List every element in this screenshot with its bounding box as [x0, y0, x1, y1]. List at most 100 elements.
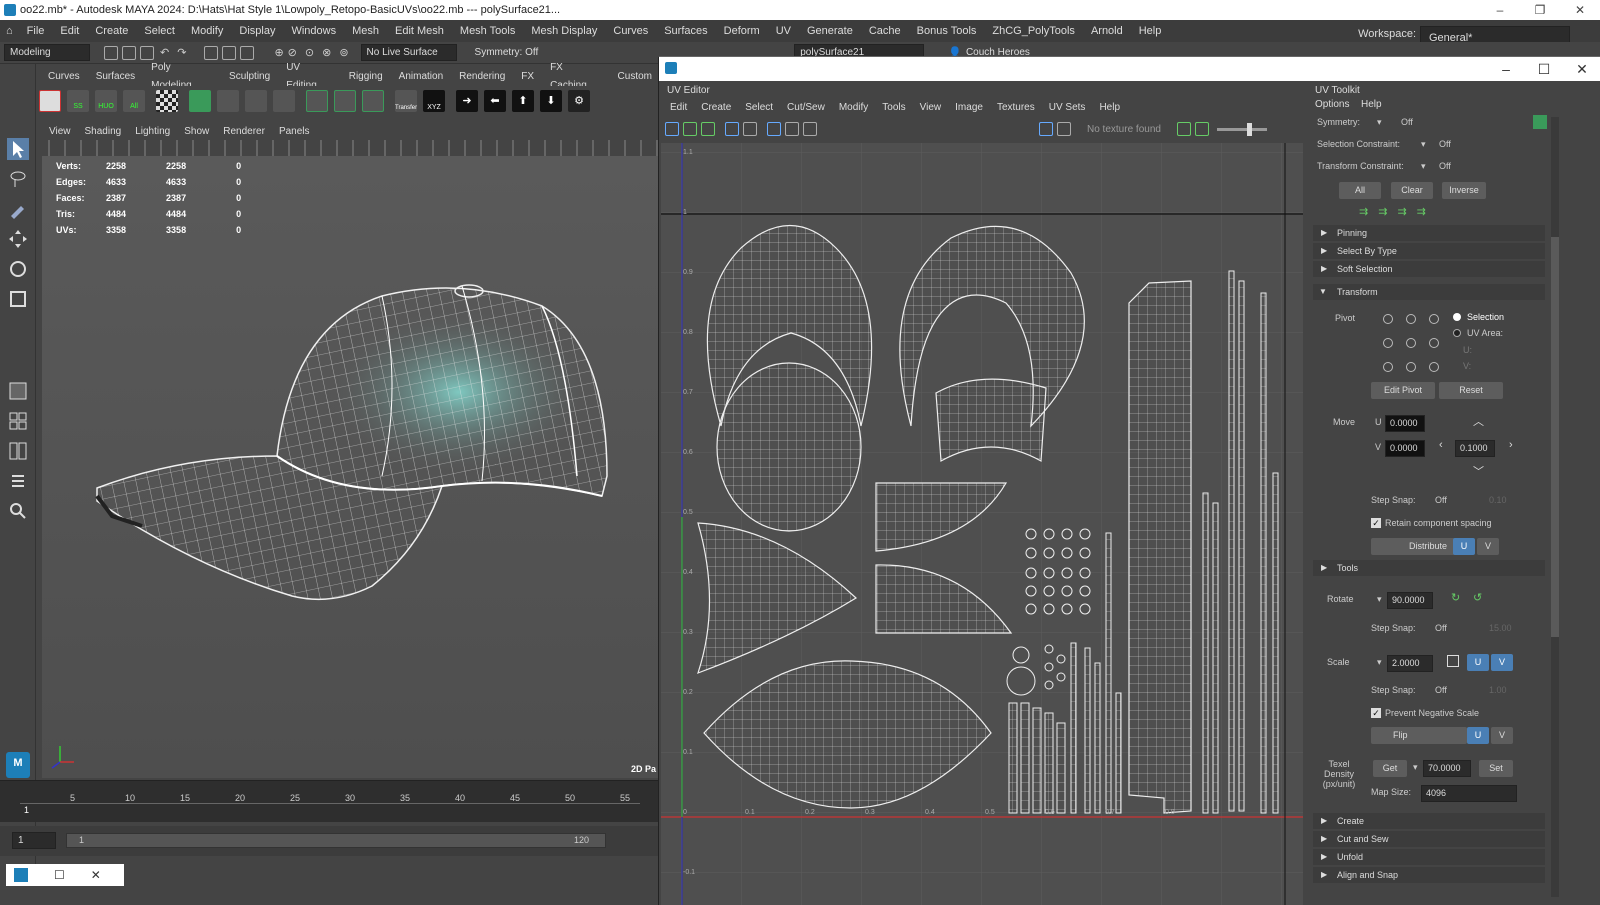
paint-select-icon[interactable]	[7, 198, 29, 220]
uv-exposure-slider[interactable]	[1216, 122, 1267, 136]
uv-menu-edit[interactable]: Edit	[663, 99, 694, 117]
camera-icon[interactable]	[217, 90, 239, 112]
uv-toolkit-menu-options[interactable]: Options	[1315, 99, 1349, 110]
move-right-icon[interactable]: ›	[1509, 439, 1513, 451]
rotate-arrow[interactable]: ▾	[1377, 594, 1382, 605]
snap-view-icon[interactable]: ⊚	[339, 46, 348, 59]
move-down-icon[interactable]: ﹀	[1473, 463, 1484, 479]
distribute-v-button[interactable]: V	[1477, 538, 1499, 555]
uv-snapshot-icon[interactable]	[803, 122, 817, 136]
rotate-cw-icon[interactable]: ↻	[1451, 591, 1460, 604]
uv-layout[interactable]	[661, 143, 1303, 905]
pivot-radio[interactable]	[1429, 362, 1439, 372]
shelf-tab-curves[interactable]: Curves	[40, 68, 88, 86]
uv-menu-uv-sets[interactable]: UV Sets	[1042, 99, 1093, 117]
close-mini-icon[interactable]: ✕	[91, 868, 101, 882]
move-left-icon[interactable]: ‹	[1439, 439, 1443, 451]
scale-lock-icon[interactable]	[1447, 655, 1459, 667]
shelf-tab-sculpting[interactable]: Sculpting	[221, 68, 278, 86]
new-scene-icon[interactable]	[104, 45, 118, 60]
outliner-icon[interactable]	[7, 470, 29, 492]
uv-menu-image[interactable]: Image	[948, 99, 990, 117]
checker-icon[interactable]	[156, 90, 178, 112]
menu-uv[interactable]: UV	[768, 20, 799, 42]
time-slider[interactable]: 1 5 10 15 20 25 30 35 40 45 50 55	[0, 780, 660, 822]
rotate-step-snap-amount[interactable]: 15.00	[1489, 623, 1512, 633]
scale-arrow[interactable]: ▾	[1377, 657, 1382, 668]
menu-deform[interactable]: Deform	[716, 20, 768, 42]
selection-constraint-value[interactable]: Off	[1439, 139, 1451, 149]
flip-u-button[interactable]: U	[1467, 727, 1489, 744]
uv-menu-help[interactable]: Help	[1092, 99, 1127, 117]
snap-curve-icon[interactable]: ⊘	[288, 46, 297, 59]
pivot-radio[interactable]	[1406, 362, 1416, 372]
range-bar[interactable]: 1 120	[66, 833, 606, 848]
symmetry-value[interactable]: Off	[1401, 117, 1413, 127]
cap-wireframe-model[interactable]	[42, 156, 658, 778]
undo-icon[interactable]: ↶	[160, 46, 169, 59]
arrow-down-icon[interactable]: ⬇	[540, 90, 562, 112]
uv-shell-icon[interactable]	[683, 122, 697, 136]
rotate-step-snap-value[interactable]: Off	[1435, 623, 1447, 633]
uv-maximize-icon[interactable]: ☐	[1525, 57, 1563, 81]
live-surface-field[interactable]: No Live Surface	[360, 44, 457, 61]
scale-tool-icon[interactable]	[7, 288, 29, 310]
viewport-menu-renderer[interactable]: Renderer	[216, 124, 272, 140]
inverse-selection-button[interactable]: Inverse	[1442, 182, 1486, 199]
menu-select[interactable]: Select	[136, 20, 183, 42]
huo-shelf-button[interactable]: HUO	[95, 90, 117, 112]
viewport-menu-show[interactable]: Show	[177, 124, 216, 140]
pivot-radio[interactable]	[1406, 314, 1416, 324]
viewport-menu-view[interactable]: View	[42, 124, 78, 140]
menu-surfaces[interactable]: Surfaces	[656, 20, 715, 42]
menu-windows[interactable]: Windows	[283, 20, 344, 42]
sew-uv-icon[interactable]	[273, 90, 295, 112]
arrow-left-icon[interactable]: ⬅	[484, 90, 506, 112]
scale-v-button[interactable]: V	[1491, 654, 1513, 671]
close-icon[interactable]: ✕	[1560, 0, 1600, 20]
uv-menu-textures[interactable]: Textures	[990, 99, 1042, 117]
transform-constraint-value[interactable]: Off	[1439, 161, 1451, 171]
grid-layout-icon[interactable]	[306, 90, 328, 112]
workspace-dropdown[interactable]: General*	[1420, 25, 1570, 44]
section-transform-header[interactable]: ▼ Transform	[1313, 284, 1545, 300]
save-scene-icon[interactable]	[140, 45, 154, 60]
uv-distort-icon[interactable]	[785, 122, 799, 136]
pivot-radio[interactable]	[1383, 314, 1393, 324]
select-object-icon[interactable]	[222, 45, 237, 60]
section-select-by-type[interactable]: Select By Type	[1313, 243, 1545, 259]
menu-cache[interactable]: Cache	[861, 20, 909, 42]
transfer-shelf-button[interactable]: Transfer	[395, 90, 417, 112]
transform-constraint-arrow[interactable]: ▾	[1421, 161, 1426, 172]
scale-step-snap-value[interactable]: Off	[1435, 685, 1447, 695]
texel-arrow[interactable]: ▾	[1413, 762, 1418, 773]
select-all-button[interactable]: All	[1339, 182, 1381, 199]
symmetry-label[interactable]: Symmetry: Off	[475, 47, 539, 58]
move-step-snap-value[interactable]: Off	[1435, 495, 1447, 505]
shelf-tab-animation[interactable]: Animation	[391, 68, 451, 86]
cube-green-icon[interactable]	[189, 90, 211, 112]
symmetry-dropdown-arrow[interactable]: ▾	[1377, 117, 1382, 128]
uv-grid-icon[interactable]	[701, 122, 715, 136]
menu-modify[interactable]: Modify	[183, 20, 231, 42]
section-create[interactable]: Create	[1313, 813, 1545, 829]
menu-file[interactable]: File	[19, 20, 53, 42]
move-tool-icon[interactable]	[7, 228, 29, 250]
uv-exposure-icon[interactable]	[1176, 122, 1191, 136]
section-cut-and-sew[interactable]: Cut and Sew	[1313, 831, 1545, 847]
selection-constraint-arrow[interactable]: ▾	[1421, 139, 1426, 150]
menu-mesh-display[interactable]: Mesh Display	[523, 20, 605, 42]
pivot-radio[interactable]	[1383, 338, 1393, 348]
delete-history-icon[interactable]	[39, 90, 61, 112]
texel-get-button[interactable]: Get	[1373, 760, 1407, 777]
home-icon[interactable]: ⌂	[0, 20, 19, 42]
select-component-icon[interactable]	[240, 45, 255, 60]
shelf-tab-fx[interactable]: FX	[513, 68, 542, 86]
distribute-button[interactable]: Distribute	[1371, 538, 1455, 555]
uv-shade-icon[interactable]	[743, 122, 757, 136]
perspective-viewport[interactable]: Verts: 2258 2258 0 Edges: 4633 4633 0 Faces: 23…	[42, 156, 658, 778]
rotate-ccw-icon[interactable]: ↺	[1473, 591, 1482, 604]
section-pinning[interactable]: Pinning	[1313, 225, 1545, 241]
section-tools[interactable]: Tools	[1313, 560, 1545, 576]
ss-shelf-button[interactable]: SS	[67, 90, 89, 112]
